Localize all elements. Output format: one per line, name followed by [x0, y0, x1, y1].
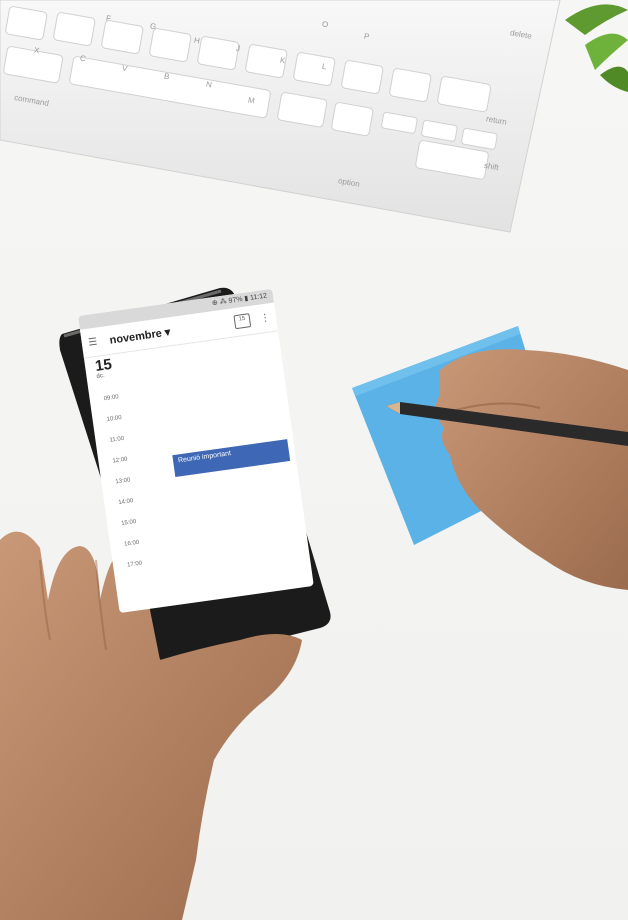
time-label: 10:00: [106, 414, 123, 423]
time-label: 14:00: [118, 498, 134, 507]
key-n: N: [205, 79, 213, 90]
phone-screen: ⊕ ⁂ 97% ▮ 11:12 ☰ novembre ▾ 15 ⋮ 15 dc.…: [78, 288, 314, 614]
time-label: 13:00: [115, 477, 131, 486]
day-number: 15: [94, 355, 113, 376]
day-header: 15 dc.: [94, 355, 113, 380]
more-options-icon[interactable]: ⋮: [259, 312, 270, 324]
calendar-event[interactable]: Reunió important: [172, 439, 291, 478]
month-label: novembre: [108, 327, 163, 347]
time-label: 16:00: [123, 539, 140, 548]
plant-leaves: [565, 4, 628, 92]
time-label: 15:00: [120, 518, 137, 527]
time-label: 12:00: [112, 456, 128, 465]
key-m: M: [247, 95, 256, 106]
chevron-down-icon: ▾: [163, 325, 172, 339]
keyboard: [0, 0, 561, 233]
time-label: 09:00: [103, 394, 120, 403]
calendar-today-icon[interactable]: 15: [233, 313, 252, 330]
key-h: H: [193, 35, 201, 46]
key-c: C: [79, 53, 87, 64]
calendar-icon-day: 15: [238, 315, 246, 323]
scene-graphics: [0, 0, 628, 920]
right-hand: [435, 349, 628, 590]
time-label: 11:00: [109, 435, 125, 444]
hamburger-menu-icon[interactable]: ☰: [81, 335, 104, 349]
time-label: 17:00: [126, 560, 143, 569]
photo-scene: command option return shift delete X C V…: [0, 0, 628, 920]
